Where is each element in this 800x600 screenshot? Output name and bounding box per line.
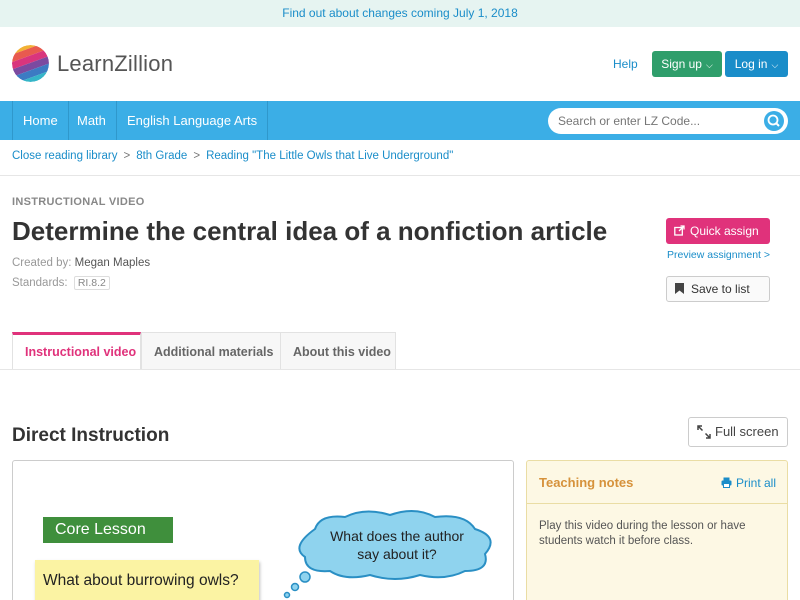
core-lesson-label: Core Lesson bbox=[43, 517, 173, 543]
announcement-banner[interactable]: Find out about changes coming July 1, 20… bbox=[0, 0, 800, 27]
standards: Standards: RI.8.2 bbox=[12, 276, 110, 290]
logo[interactable]: LearnZillion bbox=[12, 45, 173, 82]
nav-item-math[interactable]: Math bbox=[67, 101, 117, 140]
printer-icon bbox=[721, 477, 732, 488]
search-button[interactable] bbox=[764, 111, 784, 131]
nav-item-home[interactable]: Home bbox=[12, 101, 69, 140]
section-title: Direct Instruction bbox=[12, 425, 170, 446]
full-screen-label: Full screen bbox=[715, 424, 779, 439]
tab-additional-materials[interactable]: Additional materials bbox=[141, 332, 281, 370]
breadcrumb-item[interactable]: Reading "The Little Owls that Live Under… bbox=[206, 150, 453, 162]
sticky-note: What about burrowing owls? bbox=[35, 560, 259, 600]
signup-button[interactable]: Sign up ⌵ bbox=[652, 51, 722, 77]
brand-name: LearnZillion bbox=[57, 50, 174, 76]
login-button[interactable]: Log in ⌵ bbox=[725, 51, 788, 77]
save-to-list-button[interactable]: Save to list bbox=[666, 276, 770, 302]
teaching-notes-header: Teaching notes Print all bbox=[527, 461, 787, 504]
signup-label: Sign up bbox=[661, 57, 702, 71]
full-screen-button[interactable]: Full screen bbox=[688, 417, 788, 447]
created-by: Created by: Megan Maples bbox=[12, 257, 150, 269]
login-label: Log in bbox=[734, 57, 768, 71]
search-input[interactable] bbox=[558, 108, 758, 134]
breadcrumb-item[interactable]: Close reading library bbox=[12, 150, 117, 162]
tab-instructional-video[interactable]: Instructional video bbox=[12, 332, 141, 370]
divider bbox=[0, 369, 800, 370]
breadcrumb: Close reading library >8th Grade > Reading … bbox=[12, 150, 453, 162]
content-type-label: INSTRUCTIONAL VIDEO bbox=[12, 196, 145, 208]
site-header: LearnZillion Help Sign up ⌵ Log in ⌵ bbox=[0, 27, 800, 101]
video-player[interactable]: Core Lesson What about burrowing owls? W… bbox=[12, 460, 514, 600]
save-to-list-label: Save to list bbox=[691, 282, 750, 296]
help-link[interactable]: Help bbox=[613, 57, 638, 71]
teaching-notes-body: Play this video during the lesson or hav… bbox=[539, 520, 746, 547]
nav-item-english-language-arts[interactable]: English Language Arts bbox=[117, 101, 269, 140]
tab-about-this-video[interactable]: About this video bbox=[280, 332, 396, 370]
standards-label: Standards: bbox=[12, 277, 68, 289]
striped-sphere-logo-icon bbox=[12, 45, 49, 82]
bookmark-icon bbox=[675, 283, 684, 294]
standard-badge[interactable]: RI.8.2 bbox=[73, 276, 110, 290]
author-name[interactable]: Megan Maples bbox=[75, 257, 150, 269]
search-box bbox=[548, 108, 788, 134]
bubble-text-line-2: say about it? bbox=[357, 546, 437, 562]
main-nav: Home Math English Language Arts bbox=[0, 101, 800, 140]
breadcrumb-separator: > bbox=[193, 150, 201, 162]
expand-icon bbox=[697, 425, 711, 439]
preview-assignment-link[interactable]: Preview assignment > bbox=[667, 249, 770, 261]
chevron-down-icon: ⌵ bbox=[771, 60, 779, 70]
quick-assign-button[interactable]: Quick assign bbox=[666, 218, 770, 244]
thought-bubble: What does the author say about it? bbox=[283, 510, 492, 599]
breadcrumb-separator: > bbox=[123, 150, 131, 162]
quick-assign-label: Quick assign bbox=[690, 224, 759, 238]
chevron-down-icon: ⌵ bbox=[705, 60, 713, 70]
divider bbox=[0, 175, 800, 176]
bubble-text-line-1: What does the author bbox=[330, 528, 464, 544]
print-all-link[interactable]: Print all bbox=[721, 476, 776, 490]
breadcrumb-item[interactable]: 8th Grade bbox=[136, 150, 187, 162]
print-all-label: Print all bbox=[736, 476, 777, 490]
teaching-notes-panel: Teaching notes Print all Play this video… bbox=[526, 460, 788, 600]
search-icon bbox=[767, 114, 780, 127]
teaching-notes-title: Teaching notes bbox=[539, 475, 634, 490]
created-by-label: Created by: bbox=[12, 257, 72, 269]
page-title: Determine the central idea of a nonficti… bbox=[12, 216, 608, 246]
share-icon bbox=[674, 225, 685, 236]
